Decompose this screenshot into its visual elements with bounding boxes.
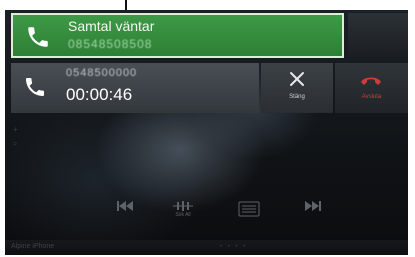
active-call-number: 0548500000 (66, 67, 138, 79)
close-button-label: Stäng (289, 94, 305, 100)
close-icon (288, 70, 306, 88)
callout-line (125, 0, 127, 10)
search-icon: ⌕ (13, 139, 18, 148)
previous-track-icon (117, 201, 133, 211)
end-call-label: Avsluta (361, 94, 382, 100)
keypad-icon (238, 201, 260, 217)
side-icons: + ⌕ (13, 123, 18, 151)
active-call-row: 0548500000 00:00:46 Stäng Avsluta (11, 63, 408, 113)
source-label: Alpine iPhone (11, 243, 55, 250)
call-timer: 00:00:46 (66, 85, 133, 104)
plus-icon: + (13, 125, 18, 134)
next-track-button[interactable] (293, 195, 333, 231)
page-indicator: • • • • (220, 244, 248, 250)
search-all-button[interactable]: Sök All (163, 195, 203, 231)
footer-bar: Alpine iPhone • • • • (5, 240, 408, 255)
keypad-button[interactable] (229, 195, 269, 231)
phone-screen: Samtal väntar 08548508508 0548500000 00:… (5, 10, 408, 255)
status-area (348, 13, 408, 58)
close-button[interactable]: Stäng (261, 63, 333, 113)
end-call-button[interactable]: Avsluta (335, 63, 408, 113)
next-track-icon (305, 201, 321, 211)
active-call-info: 0548500000 00:00:46 (11, 63, 259, 113)
search-all-icon (173, 201, 193, 211)
previous-track-button[interactable] (105, 195, 145, 231)
call-waiting-banner[interactable]: Samtal väntar 08548508508 (11, 13, 344, 58)
phone-icon (25, 24, 51, 50)
hang-up-icon (359, 73, 383, 87)
call-waiting-title: Samtal väntar (68, 18, 155, 34)
playback-controls: Sök All (5, 195, 408, 231)
call-waiting-number: 08548508508 (68, 37, 153, 51)
search-all-label: Sök All (175, 212, 191, 218)
phone-icon (23, 75, 47, 99)
